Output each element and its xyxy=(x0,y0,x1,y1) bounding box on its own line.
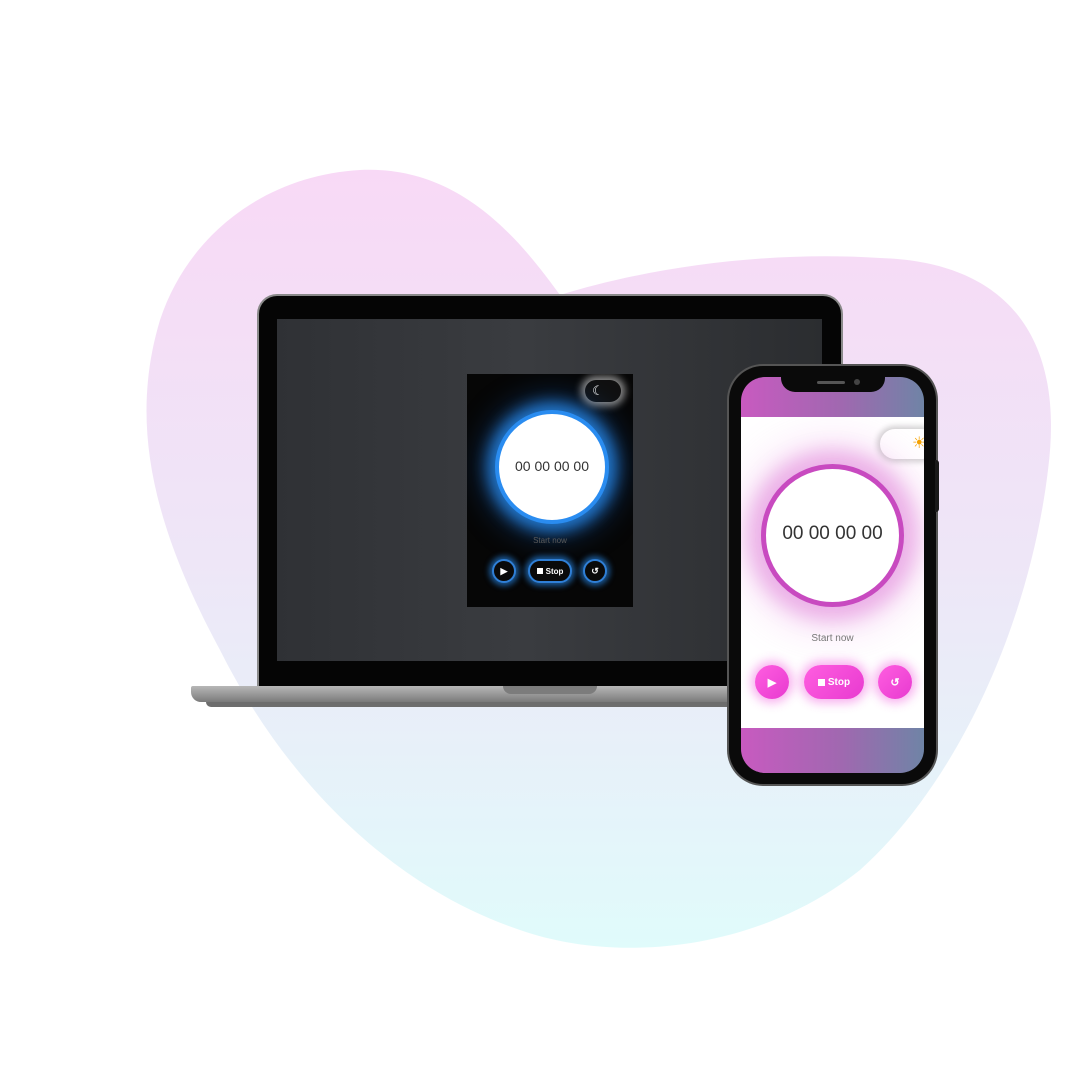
timer-display: 00 00 00 00 xyxy=(515,458,589,474)
stop-button[interactable]: Stop xyxy=(804,665,864,699)
laptop-hinge-notch xyxy=(503,686,597,694)
phone-notch xyxy=(781,376,885,392)
timer-controls: ▶ Stop ↺ xyxy=(741,665,924,699)
play-button[interactable]: ▶ xyxy=(755,665,789,699)
stop-button[interactable]: Stop xyxy=(528,559,572,583)
stop-icon xyxy=(817,678,825,686)
phone-side-button xyxy=(935,460,939,512)
theme-toggle[interactable]: ☾ xyxy=(585,380,621,402)
reset-icon: ↺ xyxy=(890,676,900,689)
device-mockup-stage: ☾ 00 00 00 00 Start now ▶ Stop ↺ ☀ 00 00… xyxy=(0,0,1080,1080)
sun-icon: ☀ xyxy=(912,435,924,452)
reset-button[interactable]: ↺ xyxy=(878,665,912,699)
stop-icon xyxy=(536,568,543,574)
phone-screen: ☀ 00 00 00 00 Start now ▶ Stop ↺ xyxy=(741,377,924,773)
timer-controls: ▶ Stop ↺ xyxy=(467,559,633,583)
status-text: Start now xyxy=(811,633,854,644)
moon-icon: ☾ xyxy=(592,383,604,398)
timer-dial: 00 00 00 00 xyxy=(761,464,904,607)
stop-label: Stop xyxy=(545,566,564,576)
play-icon: ▶ xyxy=(500,565,508,576)
reset-icon: ↺ xyxy=(591,565,599,576)
stopwatch-app-light: ☀ 00 00 00 00 Start now ▶ Stop ↺ xyxy=(741,417,924,728)
play-icon: ▶ xyxy=(767,676,777,689)
timer-dial: 00 00 00 00 xyxy=(495,410,609,524)
status-text: Start now xyxy=(533,536,567,545)
laptop-base xyxy=(191,686,751,702)
reset-button[interactable]: ↺ xyxy=(583,559,607,583)
theme-toggle[interactable]: ☀ xyxy=(880,429,924,459)
play-button[interactable]: ▶ xyxy=(492,559,516,583)
stopwatch-app-dark: ☾ 00 00 00 00 Start now ▶ Stop ↺ xyxy=(467,374,633,607)
speaker-grille xyxy=(817,381,845,384)
front-camera xyxy=(854,379,860,385)
timer-display: 00 00 00 00 xyxy=(782,523,883,544)
laptop-base-edge xyxy=(206,702,746,707)
stop-label: Stop xyxy=(827,676,851,688)
